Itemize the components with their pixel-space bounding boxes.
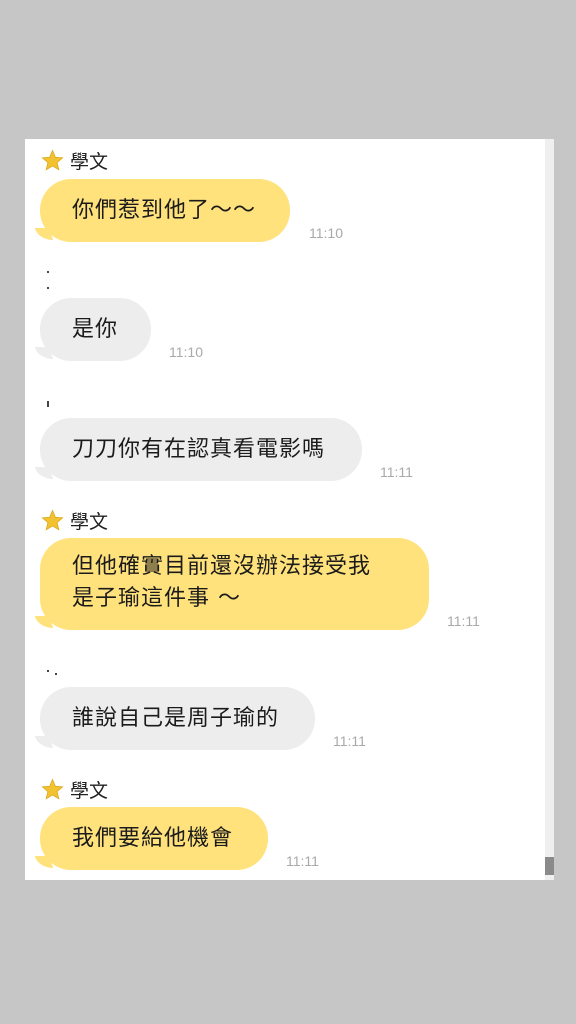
artifact-dot — [55, 673, 57, 675]
message-bubble[interactable]: 我們要給他機會 — [40, 807, 268, 870]
chat-panel[interactable]: 學文 你們惹到他了～～ 11:10 是你 11:10 刀刀你有在認真看電影嗎 1… — [25, 139, 554, 880]
artifact-dot — [47, 401, 49, 407]
message-text-line: 是子瑜這件事 ～ — [72, 586, 241, 611]
sender-name: 學文 — [70, 780, 109, 802]
message-text: 你們惹到他了～～ — [72, 197, 257, 223]
scrollbar-track[interactable] — [545, 139, 554, 880]
message-bubble[interactable]: 誰說自己是周子瑜的 — [40, 687, 315, 750]
message-text-line: 但他確實目前還沒辦法接受我 — [72, 554, 372, 579]
artifact-dot — [47, 287, 49, 289]
message-time: 11:11 — [286, 853, 319, 869]
message-time: 11:10 — [169, 344, 203, 360]
star-icon — [41, 509, 64, 531]
message-text: 誰說自己是周子瑜的 — [72, 705, 280, 731]
message-bubble[interactable]: 刀刀你有在認真看電影嗎 — [40, 418, 362, 481]
message-bubble[interactable]: 是你 — [40, 298, 151, 361]
star-icon — [41, 149, 64, 171]
message-text: 刀刀你有在認真看電影嗎 — [72, 436, 326, 462]
message-time: 11:10 — [309, 225, 343, 241]
scrollbar-thumb[interactable] — [545, 857, 554, 875]
artifact-dot — [47, 271, 49, 273]
message-time: 11:11 — [447, 613, 480, 629]
message-time: 11:11 — [333, 733, 366, 749]
sender-label: 學文 — [41, 507, 108, 534]
star-icon — [41, 778, 64, 800]
message-text: 我們要給他機會 — [72, 825, 234, 851]
sender-label: 學文 — [41, 147, 108, 174]
message-bubble[interactable]: 你們惹到他了～～ — [40, 179, 290, 242]
sender-label: 學文 — [41, 776, 108, 803]
message-time: 11:11 — [380, 464, 413, 480]
artifact-dot — [47, 670, 49, 672]
message-text: 是你 — [72, 316, 119, 342]
sender-name: 學文 — [70, 511, 109, 533]
message-bubble[interactable]: 但他確實目前還沒辦法接受我 是子瑜這件事 ～ — [40, 538, 429, 630]
sender-name: 學文 — [70, 151, 109, 173]
